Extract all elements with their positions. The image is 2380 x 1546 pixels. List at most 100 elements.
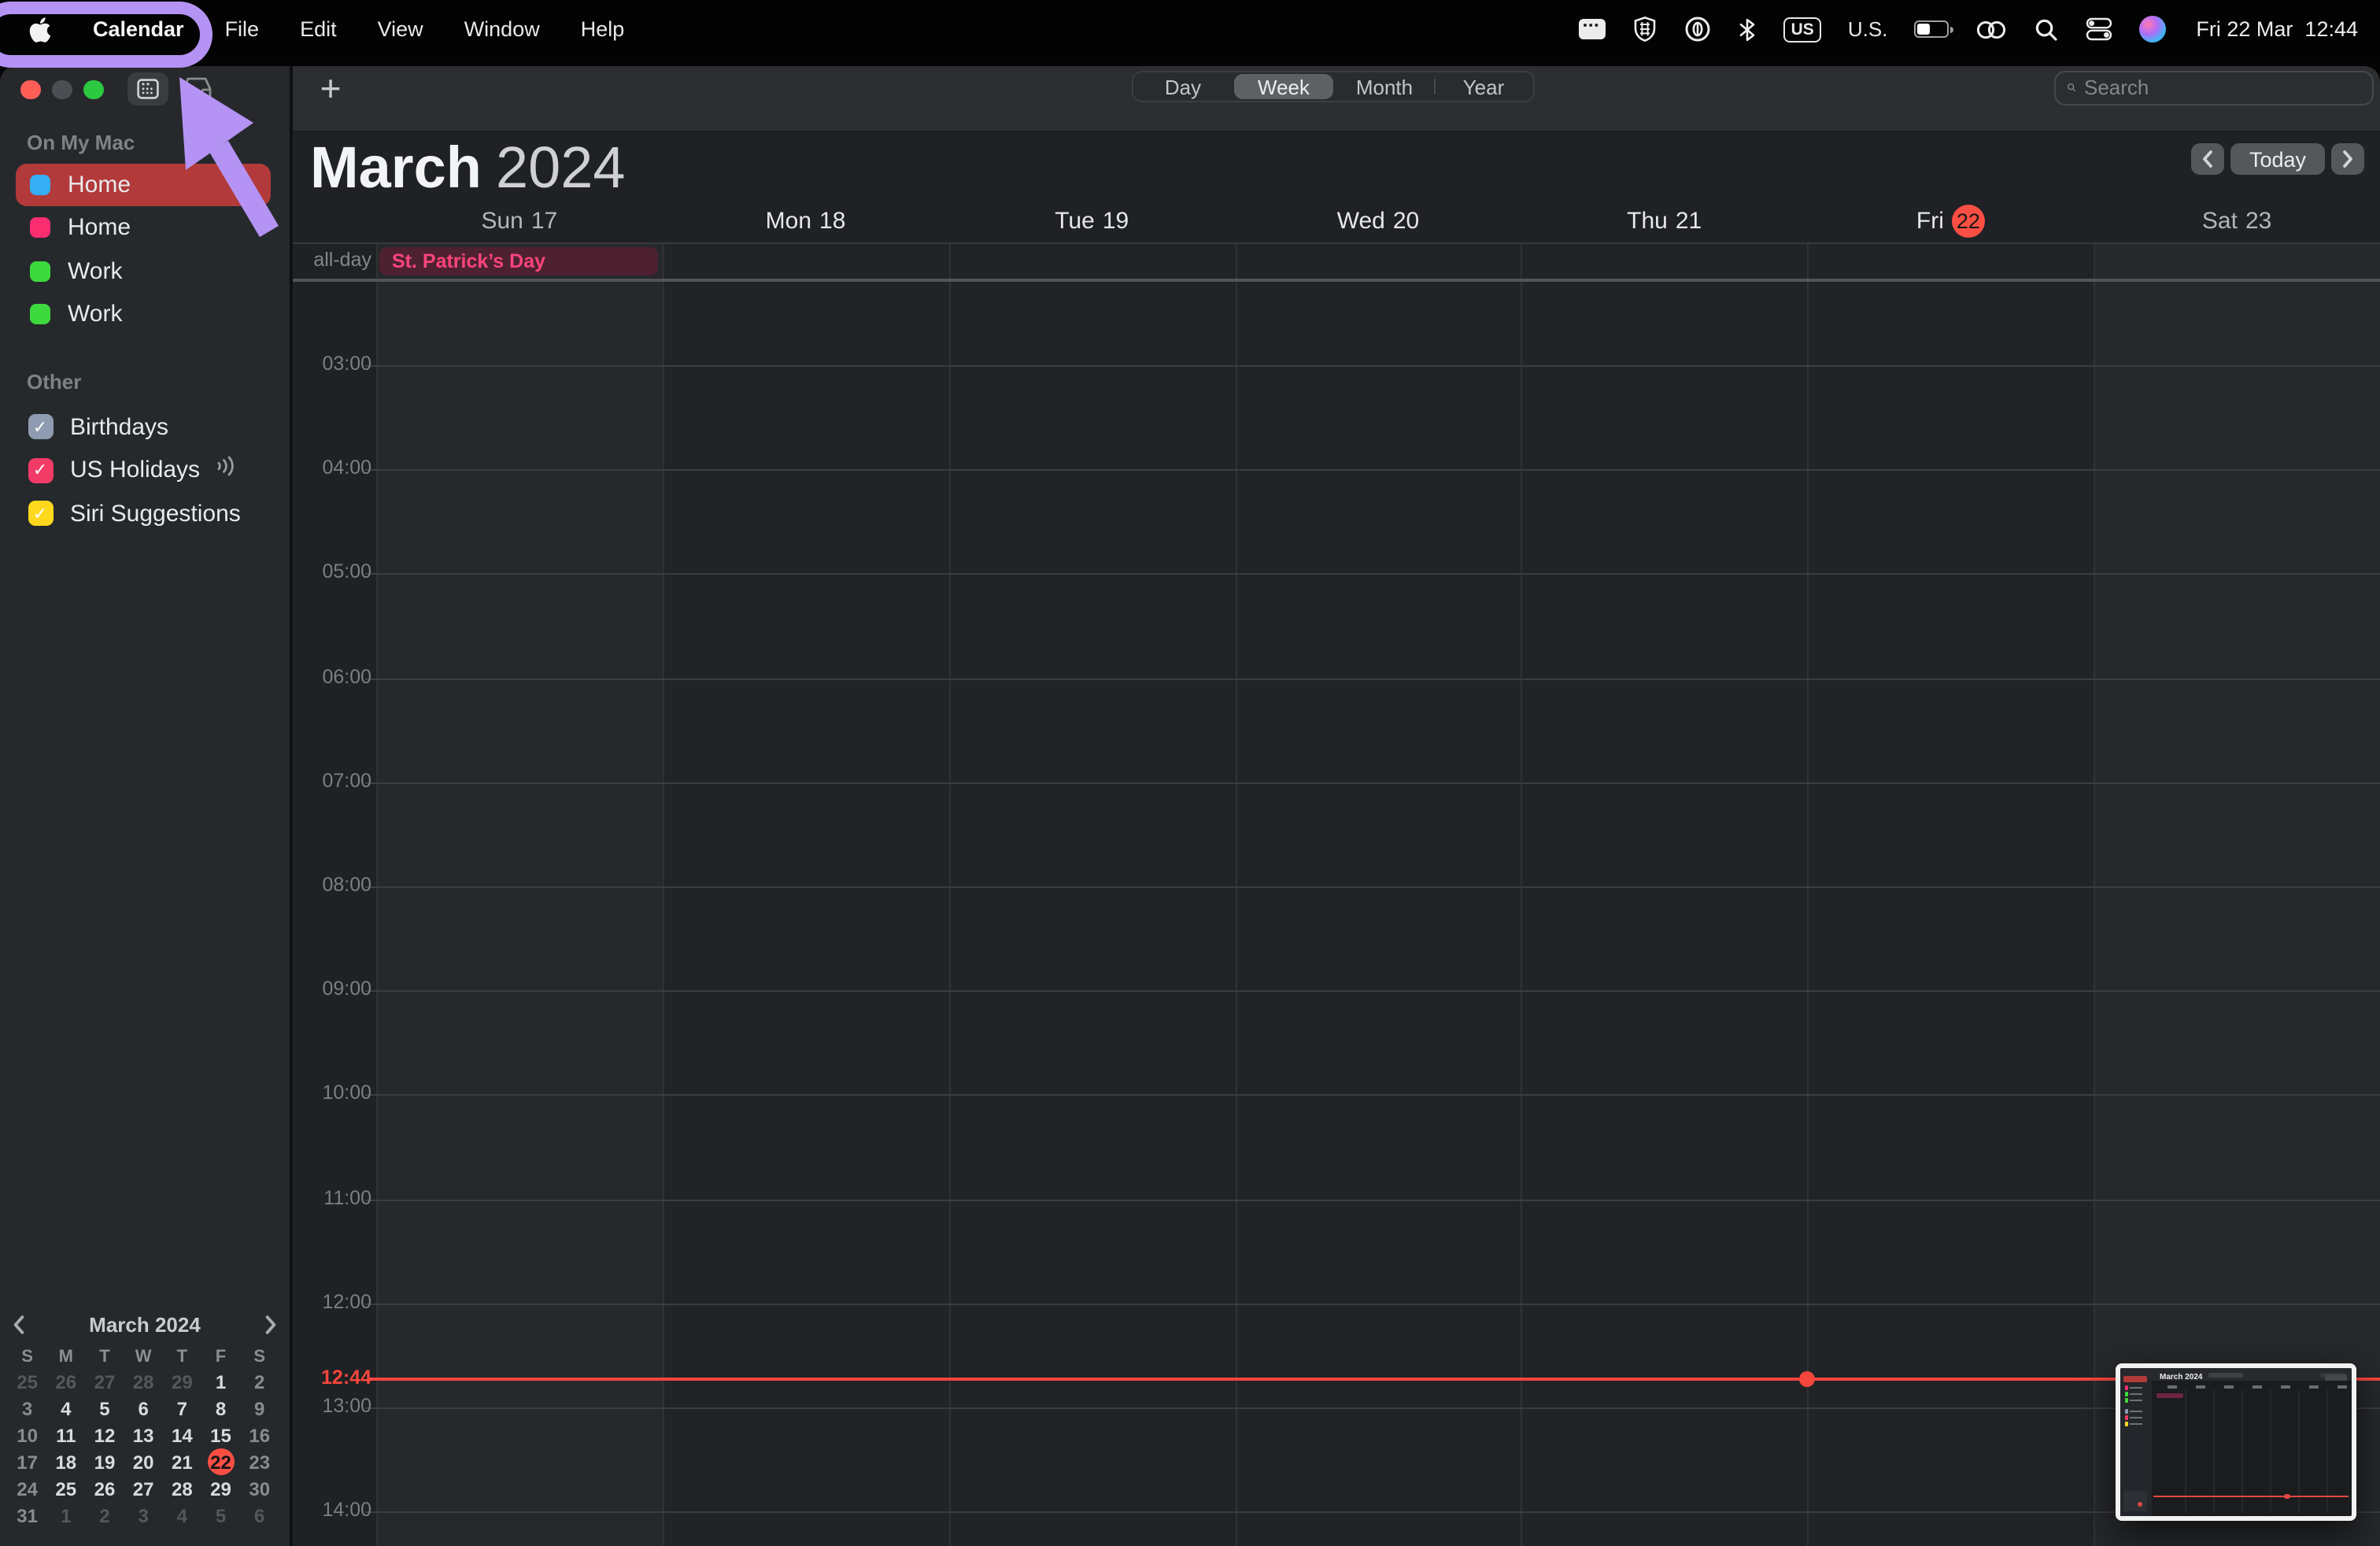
search-field[interactable] — [2054, 71, 2374, 105]
day-column-sat[interactable] — [2094, 242, 2380, 1546]
day-column-mon[interactable] — [662, 242, 949, 1546]
mini-calendar-date[interactable]: 18 — [46, 1448, 85, 1475]
mini-calendar-date[interactable]: 24 — [8, 1475, 46, 1502]
menu-help[interactable]: Help — [581, 17, 625, 41]
menu-edit[interactable]: Edit — [300, 17, 337, 41]
tab-year[interactable]: Year — [1434, 72, 1533, 101]
day-column-tue[interactable] — [948, 242, 1236, 1546]
sidebar-item-home[interactable]: Home — [16, 163, 271, 205]
menu-file[interactable]: File — [225, 17, 260, 41]
tab-month[interactable]: Month — [1335, 72, 1434, 101]
calendar-checkbox[interactable]: ✓ — [28, 501, 53, 526]
mini-calendar-date[interactable]: 28 — [124, 1368, 163, 1395]
mini-calendar-date[interactable]: 4 — [163, 1502, 201, 1529]
mini-calendar-date[interactable]: 4 — [46, 1395, 85, 1422]
minimize-button[interactable] — [52, 80, 72, 99]
mini-calendar-next-icon[interactable] — [261, 1315, 280, 1335]
sidebar-item-work[interactable]: Work — [16, 293, 271, 335]
mini-calendar-date[interactable]: 10 — [8, 1422, 46, 1448]
mini-calendar-date[interactable]: 30 — [240, 1475, 279, 1502]
mini-calendar-date[interactable]: 22 — [201, 1448, 240, 1475]
menu-bar-clock[interactable]: Fri 22 Mar 12:44 — [2196, 17, 2358, 41]
power-circle-icon[interactable] — [1685, 16, 1712, 43]
inbox-button[interactable] — [179, 72, 214, 104]
sidebar-item-us-holidays[interactable]: ✓ US Holidays — [16, 449, 271, 491]
mini-calendar-date[interactable]: 28 — [163, 1475, 201, 1502]
close-button[interactable] — [20, 80, 40, 99]
mini-calendar-date[interactable]: 31 — [8, 1502, 46, 1529]
mini-calendar-date[interactable]: 16 — [240, 1422, 279, 1448]
calendar-checkbox[interactable]: ✓ — [28, 457, 53, 483]
bluetooth-icon[interactable] — [1739, 17, 1757, 42]
search-input[interactable] — [2084, 76, 2361, 100]
mini-calendar-date[interactable]: 13 — [124, 1422, 163, 1448]
mini-calendar-date[interactable]: 29 — [201, 1475, 240, 1502]
menu-calendar[interactable]: Calendar — [93, 17, 184, 41]
sidebar-section-title: Other — [27, 369, 82, 393]
mini-calendar-date[interactable]: 20 — [124, 1448, 163, 1475]
mini-calendar-date[interactable]: 14 — [163, 1422, 201, 1448]
screenshot-thumbnail[interactable]: March 2024 — [2116, 1363, 2356, 1521]
tab-week[interactable]: Week — [1234, 74, 1333, 99]
mini-calendar-day-letter: M — [58, 1347, 73, 1366]
mini-calendar-date[interactable]: 25 — [8, 1368, 46, 1395]
zoom-button[interactable] — [83, 80, 103, 99]
mini-calendar-date[interactable]: 3 — [124, 1502, 163, 1529]
mini-calendar-date[interactable]: 19 — [85, 1448, 124, 1475]
apple-menu-icon[interactable] — [28, 15, 52, 43]
spotlight-search-icon[interactable] — [2034, 17, 2059, 42]
mini-calendar-date[interactable]: 9 — [240, 1395, 279, 1422]
today-button[interactable]: Today — [2230, 143, 2325, 175]
mini-calendar-date[interactable]: 15 — [201, 1422, 240, 1448]
linked-rings-icon[interactable] — [1975, 18, 2007, 40]
mini-calendar-date[interactable]: 7 — [163, 1395, 201, 1422]
menu-window[interactable]: Window — [464, 17, 540, 41]
mini-calendar-date[interactable]: 2 — [85, 1502, 124, 1529]
mini-calendar-date[interactable]: 1 — [46, 1502, 85, 1529]
input-source-label[interactable]: U.S. — [1848, 17, 1888, 41]
siri-icon[interactable] — [2139, 16, 2167, 43]
mini-calendar-date[interactable]: 3 — [8, 1395, 46, 1422]
privacy-shield-icon[interactable] — [1633, 16, 1658, 43]
day-column-fri[interactable] — [1807, 242, 2094, 1546]
add-event-button[interactable]: + — [313, 69, 348, 107]
day-column-thu[interactable] — [1521, 242, 1808, 1546]
mini-calendar-date[interactable]: 5 — [201, 1502, 240, 1529]
control-center-icon[interactable] — [2086, 17, 2112, 41]
sidebar-item-birthdays[interactable]: ✓ Birthdays — [16, 405, 271, 448]
battery-icon[interactable] — [1914, 20, 1954, 38]
mini-calendar-date[interactable]: 1 — [201, 1368, 240, 1395]
calendar-checkbox[interactable]: ✓ — [28, 414, 53, 439]
event-st-patricks-day[interactable]: St. Patrick’s Day — [379, 247, 659, 275]
mini-calendar-date[interactable]: 11 — [46, 1422, 85, 1448]
day-number: 23 — [2245, 208, 2272, 235]
mini-calendar-date[interactable]: 27 — [85, 1368, 124, 1395]
day-column-wed[interactable] — [1235, 242, 1521, 1546]
sidebar-item-work[interactable]: Work — [16, 250, 271, 292]
mini-calendar-date[interactable]: 29 — [163, 1368, 201, 1395]
mini-calendar-date[interactable]: 6 — [240, 1502, 279, 1529]
window-icon[interactable] — [1579, 19, 1606, 39]
mini-calendar-date[interactable]: 23 — [240, 1448, 279, 1475]
mini-calendar-date[interactable]: 21 — [163, 1448, 201, 1475]
grid-vline — [1807, 244, 1809, 1546]
mini-calendar-date[interactable]: 5 — [85, 1395, 124, 1422]
sidebar-item-siri-suggestions[interactable]: ✓ Siri Suggestions — [16, 492, 271, 534]
mini-calendar-date[interactable]: 6 — [124, 1395, 163, 1422]
mini-calendar-date[interactable]: 27 — [124, 1475, 163, 1502]
mini-calendar-date[interactable]: 17 — [8, 1448, 46, 1475]
mini-calendar-prev-icon[interactable] — [9, 1315, 28, 1335]
sidebar-toggle-button[interactable] — [128, 72, 168, 105]
tab-day[interactable]: Day — [1133, 72, 1232, 101]
mini-calendar-date[interactable]: 26 — [46, 1368, 85, 1395]
mini-calendar-date[interactable]: 8 — [201, 1395, 240, 1422]
mini-calendar-date[interactable]: 26 — [85, 1475, 124, 1502]
menu-view[interactable]: View — [378, 17, 423, 41]
mini-calendar-date[interactable]: 12 — [85, 1422, 124, 1448]
day-column-sun[interactable] — [376, 242, 663, 1546]
mini-calendar-date[interactable]: 25 — [46, 1475, 85, 1502]
prev-week-button[interactable] — [2191, 143, 2224, 175]
input-source-badge[interactable]: US — [1783, 17, 1821, 42]
sidebar-item-home[interactable]: Home — [16, 206, 271, 249]
next-week-button[interactable] — [2331, 143, 2364, 175]
